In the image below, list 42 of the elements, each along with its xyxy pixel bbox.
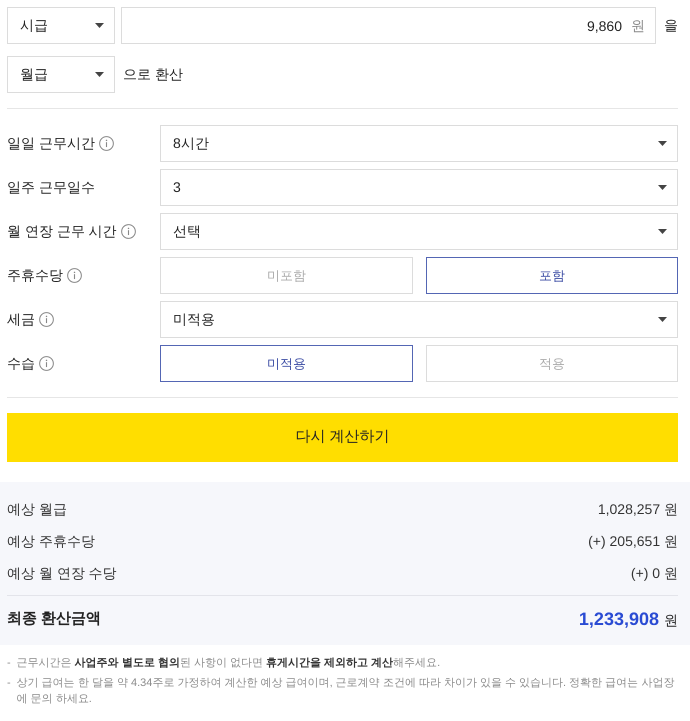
info-icon[interactable] <box>39 312 54 327</box>
info-icon[interactable] <box>39 356 54 371</box>
currency-unit: 원 <box>664 610 678 630</box>
field-label: 일주 근무일수 <box>7 178 95 197</box>
result-value: (+) 0 원 <box>630 564 678 583</box>
currency-unit: 원 <box>631 17 645 34</box>
field-label: 일일 근무시간 <box>7 134 95 153</box>
caret-icon <box>658 317 667 322</box>
caret-icon <box>658 185 667 190</box>
total-amount: 1,233,908 <box>578 608 659 630</box>
unit-select[interactable]: 월급 <box>7 56 115 93</box>
field-label: 세금 <box>7 310 35 329</box>
total-label: 최종 환산금액 <box>7 608 102 629</box>
caret-icon <box>95 72 104 77</box>
conversion-text: 으로 환산 <box>123 65 183 84</box>
field-label: 수습 <box>7 354 35 373</box>
field-label: 주휴수당 <box>7 266 63 285</box>
toggle-option[interactable]: 포함 <box>426 257 678 294</box>
info-icon[interactable] <box>120 224 136 239</box>
particle-text: 을 <box>664 16 678 35</box>
toggle-option[interactable]: 미적용 <box>160 345 412 382</box>
note-text: 근무시간은 사업주와 별도로 협의된 사항이 없다면 휴게시간을 제외하고 계산해주세요. <box>16 656 440 671</box>
unit-select[interactable]: 시급 <box>7 7 115 44</box>
recalculate-button[interactable]: 다시 계산하기 <box>7 413 678 462</box>
caret-icon <box>658 229 667 234</box>
dropdown-select[interactable]: 선택 <box>160 213 678 250</box>
result-label: 예상 주휴수당 <box>7 532 95 550</box>
field-label: 월 연장 근무 시간 <box>7 222 117 241</box>
dropdown-select[interactable]: 8시간 <box>160 125 678 162</box>
dropdown-select[interactable]: 미적용 <box>160 301 678 338</box>
bullet-dash: - <box>7 676 11 691</box>
result-value: (+) 205,651 원 <box>588 532 678 551</box>
note-text: 상기 급여는 한 달을 약 4.34주로 가정하여 계산한 예상 급여이며, 근로계약 조건에 따라 차이가 있을 수 있습니다. 정확한 급여는 사업장에 문의 하세요. <box>16 676 676 707</box>
info-icon[interactable] <box>67 268 82 283</box>
caret-icon <box>658 141 667 146</box>
caret-icon <box>95 23 104 28</box>
bullet-dash: - <box>7 656 11 671</box>
result-value: 1,028,257 원 <box>598 500 678 518</box>
result-label: 예상 월 연장 수당 <box>7 564 117 582</box>
info-icon[interactable] <box>98 136 114 151</box>
result-label: 예상 월급 <box>7 500 67 518</box>
dropdown-select[interactable]: 3 <box>160 169 678 206</box>
